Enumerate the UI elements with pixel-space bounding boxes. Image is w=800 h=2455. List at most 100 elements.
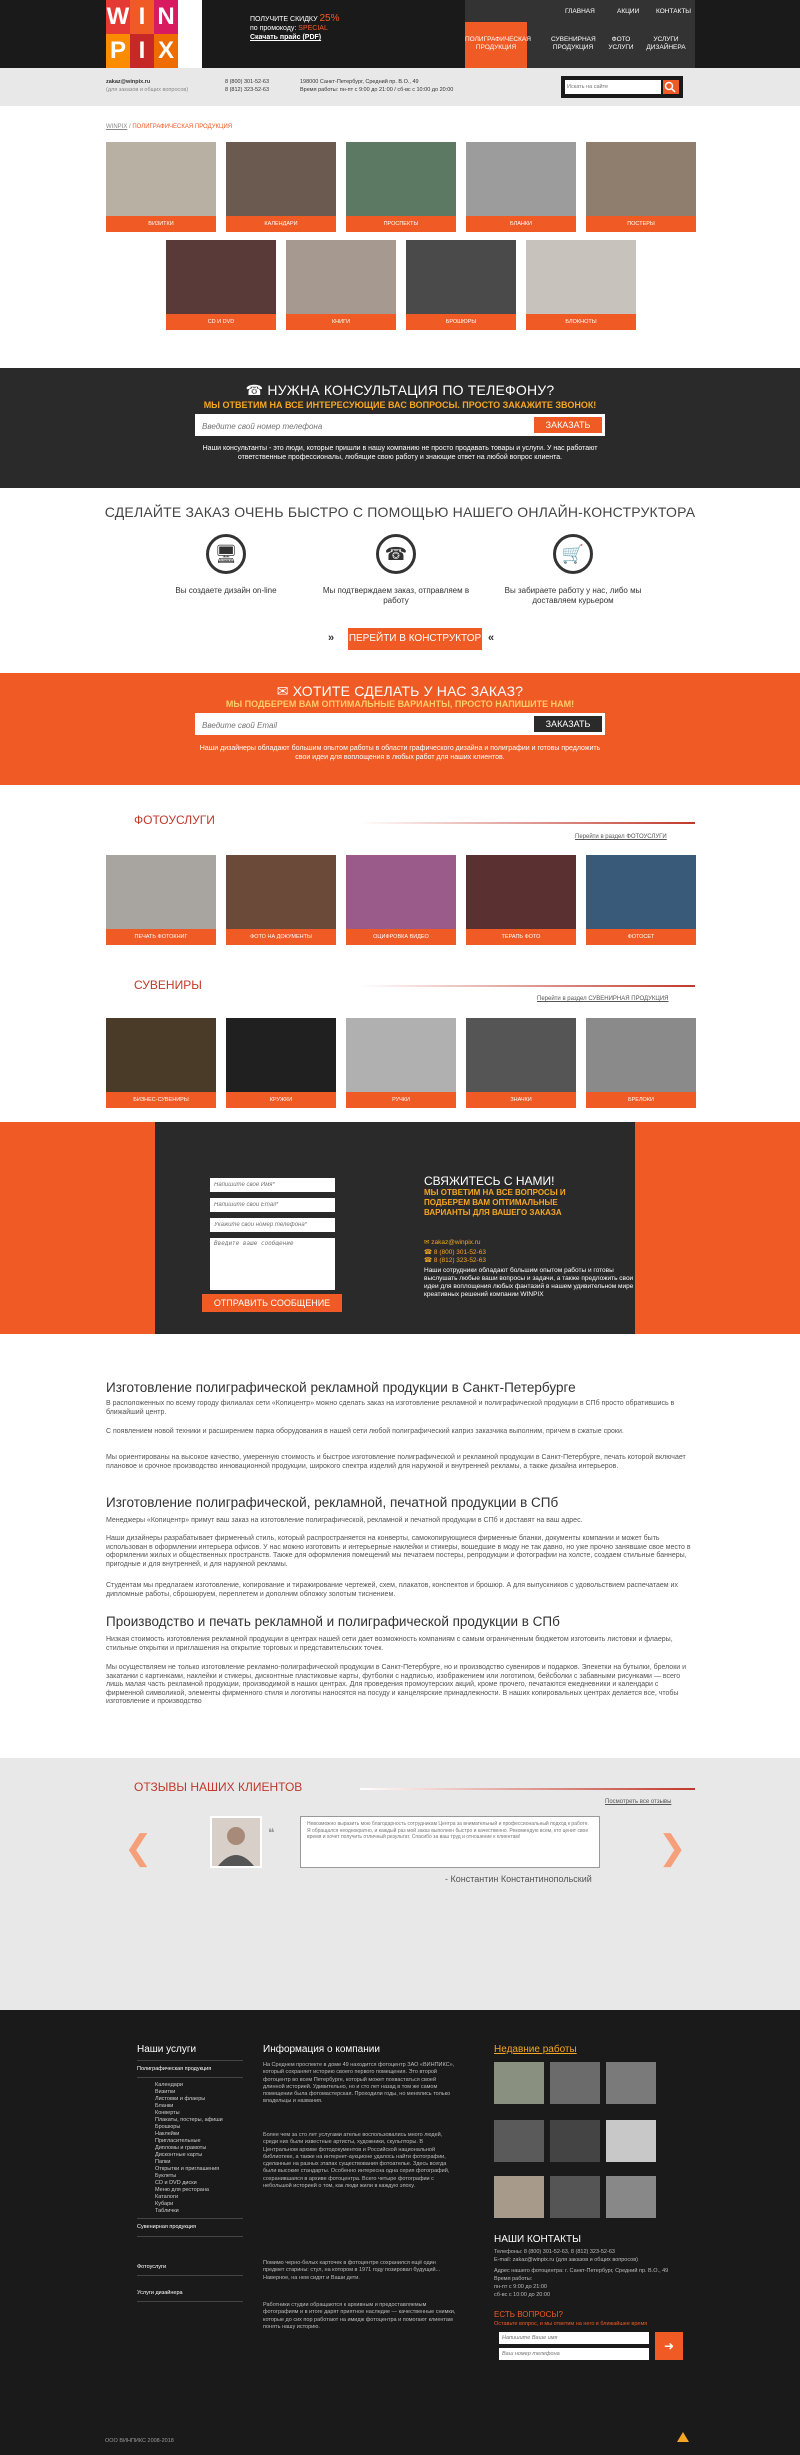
question-name-input[interactable] <box>499 2332 649 2344</box>
work-thumbnail[interactable] <box>606 2062 656 2104</box>
footer-submenu-item[interactable]: Брошюры <box>155 2124 180 2131</box>
category-tile[interactable]: БРОШЮРЫ <box>406 240 516 330</box>
souvenir-tile[interactable]: РУЧКИ <box>346 1018 456 1108</box>
footer-submenu-item[interactable]: Кубари <box>155 2201 173 2208</box>
breadcrumb-home[interactable]: WINPIX <box>106 124 127 130</box>
question-send-button[interactable]: ➜ <box>655 2332 683 2360</box>
nav-home-link[interactable]: ГЛАВНАЯ <box>565 8 595 15</box>
callback-submit-button[interactable]: ЗАКАЗАТЬ <box>534 417 602 433</box>
footer-submenu-item[interactable]: Таблички <box>155 2208 179 2215</box>
category-tile[interactable]: ПОСТЕРЫ <box>586 142 696 232</box>
photo-service-tile[interactable]: ОЦИФРОВКА ВИДЕО <box>346 855 456 945</box>
footer-submenu-item[interactable]: Папки <box>155 2159 170 2166</box>
divider <box>137 2301 243 2302</box>
photo-service-tile[interactable]: ПЕЧАТЬ ФОТОКНИГ <box>106 855 216 945</box>
header-phone[interactable]: 8 (800) 301-52-63 <box>225 79 269 86</box>
search-input[interactable] <box>565 80 661 94</box>
contact-section: ОТПРАВИТЬ СООБЩЕНИЕ СВЯЖИТЕСЬ С НАМИ! МЫ… <box>0 1122 800 1334</box>
footer-submenu-item[interactable]: CD и DVD диски <box>155 2180 197 2187</box>
footer-submenu-item[interactable]: Листовки и флаеры <box>155 2096 205 2103</box>
send-message-button[interactable]: ОТПРАВИТЬ СООБЩЕНИЕ <box>202 1294 342 1312</box>
footer-submenu-item[interactable]: Дисконтные карты <box>155 2152 202 2159</box>
work-thumbnail[interactable] <box>550 2120 600 2162</box>
logo[interactable]: W I N P I X <box>106 0 202 68</box>
footer-submenu-item[interactable]: Буклеты <box>155 2173 176 2180</box>
footer-submenu-item[interactable]: Наклейки <box>155 2131 179 2138</box>
phone-input[interactable] <box>210 1218 335 1232</box>
nav-item-souvenir[interactable]: СУВЕНИРНАЯ ПРОДУКЦИЯ <box>551 22 596 68</box>
category-tile[interactable]: БЛАНКИ <box>466 142 576 232</box>
work-thumbnail[interactable] <box>606 2176 656 2218</box>
footer-menu-item[interactable]: Фотоуслуги <box>137 2264 166 2271</box>
order-section: ✉ ХОТИТЕ СДЕЛАТЬ У НАС ЗАКАЗ? МЫ ПОДБЕРЕ… <box>0 673 800 785</box>
footer-submenu-item[interactable]: Конверты <box>155 2110 180 2117</box>
chevron-left-icon[interactable]: ❮ <box>124 1828 153 1868</box>
category-tile[interactable]: БЛОКНОТЫ <box>526 240 636 330</box>
header-email[interactable]: zakaz@winpix.ru <box>106 79 150 86</box>
contact-phone[interactable]: 8 (812) 323-52-63 <box>434 1257 486 1264</box>
nav-item-photo[interactable]: ФОТО УСЛУГИ <box>605 22 637 68</box>
souvenir-label: РУЧКИ <box>346 1092 456 1108</box>
footer-submenu-item[interactable]: Бланки <box>155 2103 173 2110</box>
all-reviews-link[interactable]: Посмотреть все отзывы <box>605 1799 671 1805</box>
double-chevron-right-icon: » <box>328 632 335 644</box>
category-image <box>226 142 336 216</box>
footer-submenu-item[interactable]: Каталоги <box>155 2194 178 2201</box>
footer-submenu-item[interactable]: Календари <box>155 2082 183 2089</box>
email-input[interactable] <box>210 1198 335 1212</box>
scroll-up-icon[interactable] <box>677 2432 689 2442</box>
nav-item-design[interactable]: УСЛУГИ ДИЗАЙНЕРА <box>645 22 687 68</box>
name-input[interactable] <box>210 1178 335 1192</box>
price-download-link[interactable]: Скачать прайс (PDF) <box>250 34 321 41</box>
footer-submenu-item[interactable]: Открытки и приглашения <box>155 2166 219 2173</box>
photo-service-tile[interactable]: ТЕРАПЬ ФОТО <box>466 855 576 945</box>
nav-promo-link[interactable]: АКЦИИ <box>617 8 639 15</box>
phone-input[interactable] <box>202 419 522 433</box>
photo-service-tile[interactable]: ФОТО НА ДОКУМЕНТЫ <box>226 855 336 945</box>
photo-section-link[interactable]: Перейти в раздел ФОТОУСЛУГИ <box>575 834 667 840</box>
search-icon <box>664 81 676 93</box>
footer-submenu-item[interactable]: Пригласительные <box>155 2138 201 2145</box>
work-thumbnail[interactable] <box>494 2176 544 2218</box>
nav-contacts-link[interactable]: КОНТАКТЫ <box>656 8 691 15</box>
photo-service-tile[interactable]: ФОТОСЕТ <box>586 855 696 945</box>
work-thumbnail[interactable] <box>606 2120 656 2162</box>
search-button[interactable] <box>663 80 679 94</box>
constructor-button[interactable]: ПЕРЕЙТИ В КОНСТРУКТОР <box>348 628 482 650</box>
footer-menu-item[interactable]: Полиграфическая продукция <box>137 2066 211 2073</box>
footer-submenu-item[interactable]: Визитки <box>155 2089 175 2096</box>
souvenir-tile[interactable]: ЗНАЧКИ <box>466 1018 576 1108</box>
contact-phone[interactable]: 8 (800) 301-52-63 <box>434 1249 486 1256</box>
footer-submenu-item[interactable]: Дипломы и грамоты <box>155 2145 206 2152</box>
category-tile[interactable]: КАЛЕНДАРИ <box>226 142 336 232</box>
souvenir-section-link[interactable]: Перейти в раздел СУВЕНИРНАЯ ПРОДУКЦИЯ <box>537 996 669 1002</box>
email-input[interactable] <box>202 718 522 732</box>
footer-info-title: Информация о компании <box>263 2044 380 2055</box>
contact-email[interactable]: zakaz@winpix.ru <box>431 1239 480 1246</box>
footer-services-title: Наши услуги <box>137 2044 197 2055</box>
work-thumbnail[interactable] <box>550 2176 600 2218</box>
quote-icon: ❝ <box>268 1826 275 1840</box>
footer-menu-item[interactable]: Сувенирная продукция <box>137 2224 196 2231</box>
order-submit-button[interactable]: ЗАКАЗАТЬ <box>534 716 602 732</box>
work-thumbnail[interactable] <box>494 2120 544 2162</box>
header-phone[interactable]: 8 (812) 323-52-63 <box>225 87 269 94</box>
category-tile[interactable]: КНИГИ <box>286 240 396 330</box>
nav-item-print[interactable]: ПОЛИГРАФИЧЕСКАЯ ПРОДУКЦИЯ <box>465 22 531 68</box>
message-input[interactable] <box>210 1238 335 1290</box>
souvenir-tile[interactable]: БРЕЛОКИ <box>586 1018 696 1108</box>
work-thumbnail[interactable] <box>550 2062 600 2104</box>
work-thumbnail[interactable] <box>494 2062 544 2104</box>
category-tile[interactable]: CD И DVD <box>166 240 276 330</box>
chevron-right-icon[interactable]: ❯ <box>658 1828 687 1868</box>
souvenir-tile[interactable]: КРУЖКИ <box>226 1018 336 1108</box>
review-author: - Константин Константинопольский <box>445 1874 592 1884</box>
category-image <box>466 142 576 216</box>
question-phone-input[interactable] <box>499 2348 649 2360</box>
footer-menu-item[interactable]: Услуги дизайнера <box>137 2290 183 2297</box>
footer-submenu-item[interactable]: Плакаты, постеры, афиши <box>155 2117 223 2124</box>
category-tile[interactable]: ПРОСПЕКТЫ <box>346 142 456 232</box>
category-tile[interactable]: ВИЗИТКИ <box>106 142 216 232</box>
souvenir-tile[interactable]: БИЗНЕС-СУВЕНИРЫ <box>106 1018 216 1108</box>
footer-submenu-item[interactable]: Меню для ресторана <box>155 2187 209 2194</box>
